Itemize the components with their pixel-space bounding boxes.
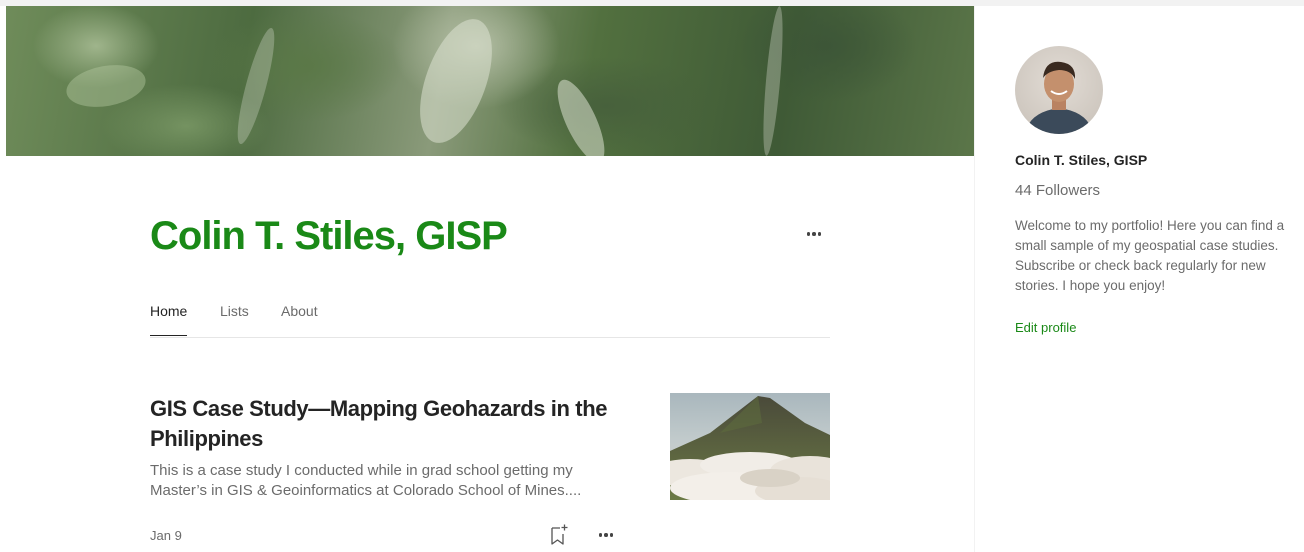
profile-tabs: Home Lists About [150,292,830,338]
active-tab-indicator [150,335,187,336]
more-dot [812,232,816,236]
more-dot [604,533,608,537]
followers-count[interactable]: 44 Followers [1015,182,1100,199]
more-horizontal-icon [806,232,811,236]
article-excerpt[interactable]: This is a case study I conducted while i… [150,461,620,501]
article-excerpt-line-2: Master’s in GIS & Geoinformatics at Colo… [150,482,582,499]
article-more-button[interactable] [593,526,619,544]
article-excerpt-line-1: This is a case study I conducted while i… [150,462,573,479]
profile-banner-image [6,6,974,156]
tab-home[interactable]: Home [150,303,187,319]
sidebar-profile-name[interactable]: Colin T. Stiles, GISP [1015,152,1147,168]
volcano-image [670,396,830,500]
tab-lists[interactable]: Lists [220,303,249,319]
more-horizontal-icon [598,533,603,537]
article-title[interactable]: GIS Case Study—Mapping Geohazards in the… [150,394,620,454]
profile-name-heading: Colin T. Stiles, GISP [150,214,508,258]
avatar[interactable] [1015,46,1103,134]
profile-more-button[interactable] [801,224,827,244]
avatar-portrait-image [1025,61,1093,134]
more-dot [609,533,614,537]
profile-bio: Welcome to my portfolio! Here you can fi… [1015,218,1285,293]
bookmark-button[interactable] [548,523,570,547]
sidebar-divider [974,0,975,552]
more-dot [817,232,822,236]
article-thumbnail[interactable] [670,393,830,500]
edit-profile-link[interactable]: Edit profile [1015,320,1076,335]
article-date: Jan 9 [150,528,182,543]
bookmark-add-icon [551,524,568,545]
tab-about[interactable]: About [281,303,318,319]
